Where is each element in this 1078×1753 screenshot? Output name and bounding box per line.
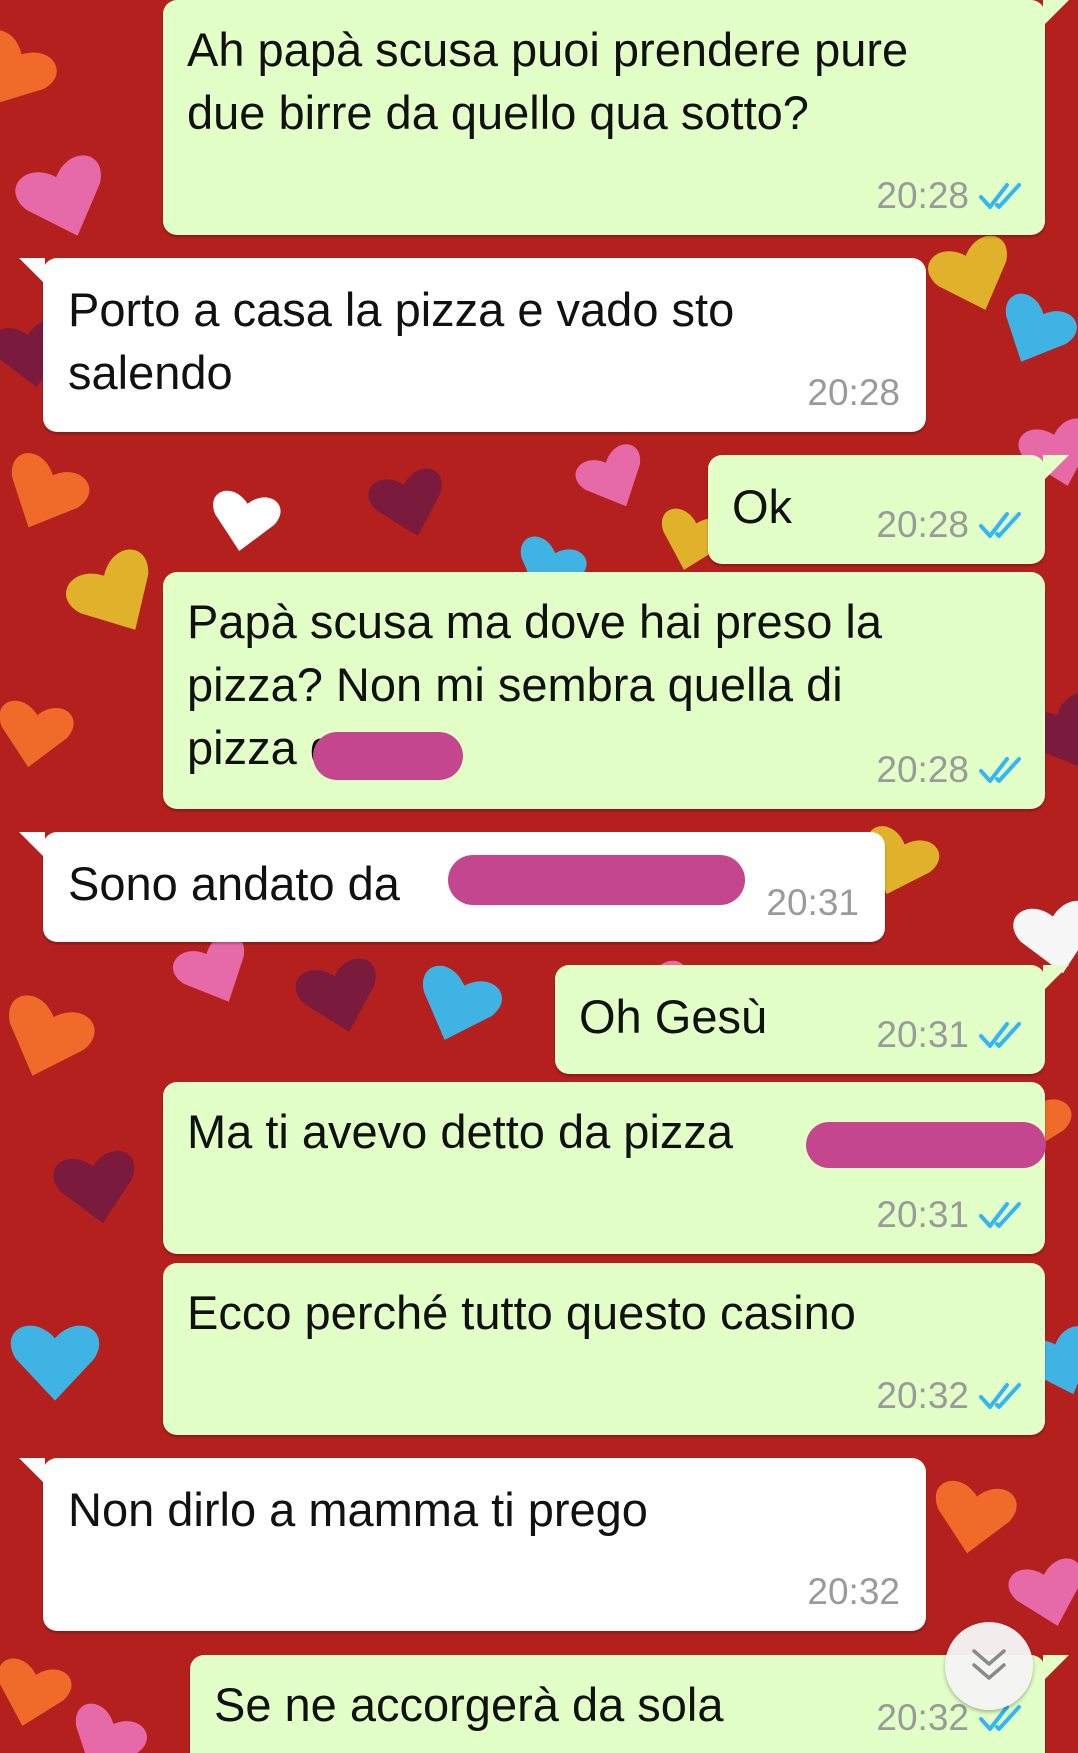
message-meta: 20:31 <box>876 1194 1023 1236</box>
message-time: 20:28 <box>807 372 900 413</box>
message-time: 20:28 <box>876 175 969 216</box>
bubble-tail <box>1043 1655 1069 1681</box>
message-outgoing[interactable]: Papà scusa ma dove hai preso la pizza? N… <box>163 572 1045 809</box>
message-text: Oh Gesù <box>579 990 768 1043</box>
scroll-to-bottom-button[interactable] <box>945 1622 1033 1710</box>
message-time: 20:31 <box>876 1014 969 1055</box>
double-check-icon <box>979 512 1021 538</box>
message-text: Non dirlo a mamma ti prego <box>68 1483 648 1536</box>
message-time: 20:32 <box>876 1697 969 1738</box>
bubble-tail <box>19 832 45 858</box>
bubble-tail <box>19 258 45 284</box>
message-outgoing[interactable]: Ecco perché tutto questo casino 20:32 <box>163 1263 1045 1435</box>
message-incoming[interactable]: Porto a casa la pizza e vado sto salendo… <box>19 258 926 432</box>
message-meta: 20:31 <box>766 882 859 924</box>
redaction-mark <box>313 732 463 780</box>
double-check-icon <box>979 1202 1021 1228</box>
message-meta: 20:31 <box>876 1014 1023 1056</box>
bubble-tail <box>1043 965 1069 991</box>
message-meta: 20:28 <box>876 504 1023 546</box>
redaction-mark <box>806 1122 1046 1168</box>
message-time: 20:28 <box>876 504 969 545</box>
message-meta: 20:28 <box>876 749 1023 791</box>
double-check-icon <box>979 183 1021 209</box>
message-text: Ok <box>732 480 793 533</box>
message-text: Ah papà scusa puoi prendere pure due bir… <box>187 23 909 139</box>
message-text: Ecco perché tutto questo casino <box>187 1286 856 1339</box>
bubble-tail <box>19 1458 45 1484</box>
message-incoming[interactable]: Sono andato da 20:31 <box>19 832 885 942</box>
chevron-double-down-icon <box>972 1649 1006 1680</box>
double-check-icon <box>979 1022 1021 1048</box>
message-time: 20:31 <box>876 1194 969 1235</box>
message-meta: 20:32 <box>807 1571 900 1613</box>
message-outgoing[interactable]: Ah papà scusa puoi prendere pure due bir… <box>163 0 1069 235</box>
message-outgoing[interactable]: Se ne accorgerà da sola 20:32 <box>190 1655 1069 1753</box>
message-time: 20:32 <box>807 1571 900 1612</box>
message-meta: 20:28 <box>876 175 1023 217</box>
bubble-tail <box>1043 0 1069 26</box>
double-check-icon <box>979 757 1021 783</box>
message-time: 20:31 <box>766 882 859 923</box>
message-incoming[interactable]: Non dirlo a mamma ti prego 20:32 <box>19 1458 926 1631</box>
message-meta: 20:28 <box>807 372 900 414</box>
message-list[interactable]: Ah papà scusa puoi prendere pure due bir… <box>0 0 1078 1753</box>
bubble-tail <box>1043 455 1069 481</box>
message-text: Se ne accorgerà da sola <box>214 1678 724 1731</box>
message-time: 20:28 <box>876 749 969 790</box>
message-time: 20:32 <box>876 1375 969 1416</box>
message-outgoing[interactable]: Ma ti avevo detto da pizza 20:31 <box>163 1082 1046 1254</box>
message-text: Porto a casa la pizza e vado sto salendo <box>68 283 735 399</box>
message-outgoing[interactable]: Oh Gesù 20:31 <box>555 965 1069 1074</box>
message-outgoing[interactable]: Ok 20:28 <box>708 455 1069 564</box>
double-check-icon <box>979 1383 1021 1409</box>
message-meta: 20:32 <box>876 1375 1023 1417</box>
redaction-mark <box>448 855 745 905</box>
message-text: Sono andato da <box>68 857 400 910</box>
